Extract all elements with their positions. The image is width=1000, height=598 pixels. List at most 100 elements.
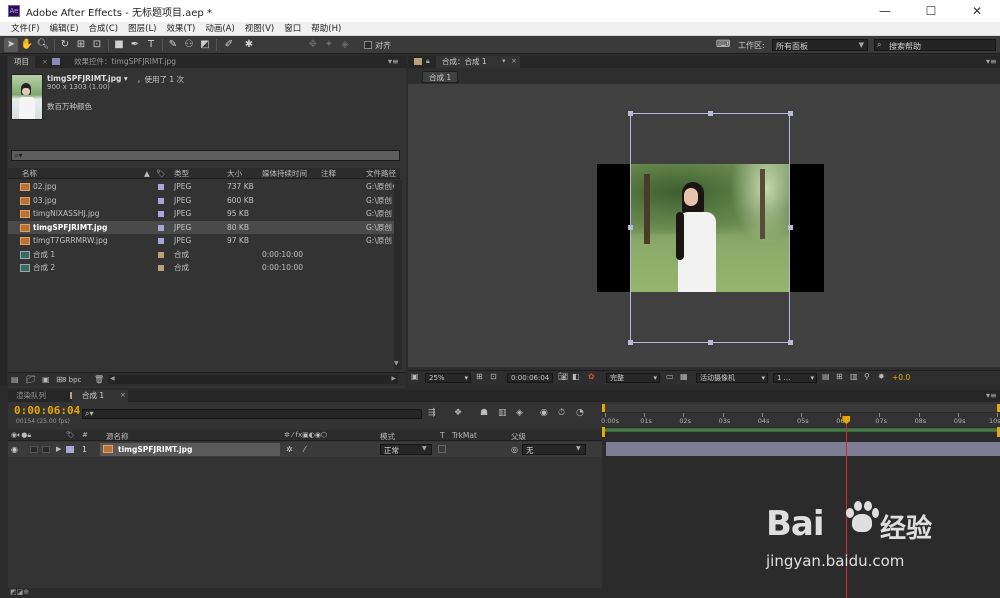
comp-viewer[interactable] bbox=[408, 84, 1000, 367]
flowchart-icon[interactable]: ⚲ bbox=[864, 372, 870, 381]
transform-handle[interactable] bbox=[628, 340, 633, 345]
quality-switch-icon[interactable]: ⁄ bbox=[304, 445, 305, 454]
layer-row[interactable]: ◉ ▶ 1 timgSPFJRIMT.jpg ✲ ⁄ 正常 ▼ ◎ 无 ▼ bbox=[8, 442, 602, 457]
workspace-select[interactable]: 所有面板 ▼ bbox=[772, 39, 868, 51]
menu-item[interactable]: 帮助(H) bbox=[306, 22, 346, 36]
keyboard-shortcut-icon[interactable]: ⌨ bbox=[716, 38, 730, 52]
panel-menu-icon[interactable]: ▾≡ bbox=[388, 57, 399, 66]
always-preview-icon[interactable]: ▣ bbox=[411, 372, 419, 381]
views-select[interactable]: 1 ... ▾ bbox=[773, 373, 817, 383]
label-color-swatch[interactable] bbox=[158, 184, 164, 190]
menu-item[interactable]: 合成(C) bbox=[84, 22, 124, 36]
transparency-grid-icon[interactable]: ▦ bbox=[680, 372, 688, 381]
tab-render-queue[interactable]: 渲染队列 bbox=[10, 390, 52, 402]
work-area-start-handle[interactable] bbox=[602, 427, 605, 437]
col-parent[interactable]: 父级 bbox=[511, 431, 526, 442]
type-tool-icon[interactable]: T bbox=[144, 38, 158, 52]
project-item-row[interactable]: timgNIXASSHJ.jpg JPEG 95 KB G:\原创 bbox=[8, 207, 400, 221]
comp-timecode[interactable]: 0:00:06:04 bbox=[507, 373, 553, 383]
label-color-swatch[interactable] bbox=[158, 211, 164, 217]
navigator-start-handle[interactable] bbox=[602, 404, 605, 412]
interpret-footage-icon[interactable]: ▤ bbox=[11, 375, 19, 384]
expand-triangle-icon[interactable]: ▶ bbox=[56, 445, 61, 453]
draft-3d-icon[interactable]: ❖ bbox=[454, 408, 462, 418]
scroll-left-icon[interactable]: ◀ bbox=[110, 375, 115, 382]
graph-editor-icon[interactable]: ◉ bbox=[540, 408, 548, 418]
eraser-tool-icon[interactable]: ◩ bbox=[198, 38, 212, 52]
switches-icon[interactable]: ✲ ⁄ fx▣◐◉⬡ bbox=[284, 431, 327, 439]
transform-handle[interactable] bbox=[708, 340, 713, 345]
new-composition-icon[interactable]: ▣ bbox=[42, 375, 50, 384]
transform-handle[interactable] bbox=[708, 111, 713, 116]
col-mode[interactable]: 模式 bbox=[380, 431, 395, 442]
bit-depth[interactable]: 8 bpc bbox=[62, 376, 81, 384]
pen-tool-icon[interactable]: ✒ bbox=[128, 38, 142, 52]
col-layer-number[interactable]: # bbox=[82, 431, 88, 439]
col-size[interactable]: 大小 bbox=[227, 168, 242, 179]
grid-icon[interactable]: ⊡ bbox=[490, 372, 497, 381]
project-item-row[interactable]: timgSPFJRIMT.jpg JPEG 80 KB G:\原创 bbox=[8, 220, 400, 234]
menu-item[interactable]: 图层(L) bbox=[123, 22, 161, 36]
col-path[interactable]: 文件路径 bbox=[366, 168, 396, 179]
zoom-tool-icon[interactable]: 🔍︎ bbox=[36, 38, 50, 52]
sort-arrow-icon[interactable]: ▲ bbox=[144, 168, 150, 179]
close-icon[interactable]: × bbox=[120, 391, 126, 399]
rotate-tool-icon[interactable]: ↻ bbox=[58, 38, 72, 52]
transform-handle[interactable] bbox=[788, 111, 793, 116]
scroll-down-icon[interactable]: ▼ bbox=[394, 360, 399, 367]
snap-checkbox[interactable] bbox=[364, 41, 372, 49]
label-color-swatch[interactable] bbox=[158, 197, 164, 204]
toggle-pixel-aspect-icon[interactable]: ▤ bbox=[822, 372, 830, 381]
transform-handle[interactable] bbox=[788, 340, 793, 345]
tab-effect-controls[interactable]: 效果控件：timgSPFJRIMT.jpg bbox=[68, 56, 182, 68]
timeline-search-input[interactable]: ⌕▾ bbox=[82, 409, 422, 419]
comp-breadcrumb[interactable]: 合成 1 bbox=[422, 71, 459, 83]
project-vscrollbar[interactable]: ▼ bbox=[394, 180, 402, 370]
label-column-icon[interactable]: 🏷︎ bbox=[66, 431, 75, 439]
exposure-reset-icon[interactable]: ✸ bbox=[878, 372, 885, 381]
scroll-right-icon[interactable]: ▶ bbox=[391, 375, 396, 382]
menu-item[interactable]: 效果(T) bbox=[162, 22, 201, 36]
solo-toggle[interactable] bbox=[30, 446, 38, 453]
transform-handle[interactable] bbox=[628, 111, 633, 116]
asset-name[interactable]: timgSPFJRIMT.jpg ▾ bbox=[47, 74, 128, 83]
menu-item[interactable]: 视图(V) bbox=[240, 22, 279, 36]
safe-margins-icon[interactable]: ⊞ bbox=[476, 372, 483, 381]
label-color-swatch[interactable] bbox=[158, 224, 164, 231]
project-hscrollbar[interactable]: ◀ ▶ bbox=[108, 375, 398, 384]
project-search-input[interactable]: ⌕▾ bbox=[11, 150, 400, 161]
transform-handle[interactable] bbox=[628, 225, 633, 230]
col-type[interactable]: 类型 bbox=[174, 168, 189, 179]
transform-handle[interactable] bbox=[788, 225, 793, 230]
menu-item[interactable]: 编辑(E) bbox=[45, 22, 84, 36]
project-item-row[interactable]: 02.jpgJPEG737 KBG:\原创⚙ bbox=[8, 180, 400, 194]
exposure-value[interactable]: +0.0 bbox=[892, 373, 910, 382]
work-area-track[interactable] bbox=[602, 428, 1000, 432]
time-navigator[interactable] bbox=[602, 404, 1000, 412]
preserve-transparency-checkbox[interactable] bbox=[438, 445, 446, 453]
minimize-button[interactable]: — bbox=[862, 0, 908, 22]
menu-item[interactable]: 动画(A) bbox=[200, 22, 239, 36]
tab-project[interactable]: 项目 bbox=[8, 56, 35, 68]
close-icon[interactable]: × bbox=[42, 58, 48, 66]
project-item-row[interactable]: 03.jpg JPEG 600 KB G:\原创 bbox=[8, 194, 400, 208]
menu-item[interactable]: 窗口 bbox=[279, 22, 306, 36]
region-of-interest-icon[interactable]: ▭ bbox=[666, 372, 674, 381]
tab-composition[interactable]: 合成：合成 1 bbox=[436, 56, 520, 68]
panel-menu-icon[interactable]: ▾≡ bbox=[986, 391, 997, 400]
axis-mode-icon[interactable]: ✥ bbox=[306, 38, 320, 52]
eye-column-icon[interactable]: ◉🔈︎●🔒︎ bbox=[11, 431, 31, 440]
hand-tool-icon[interactable]: ✋ bbox=[20, 38, 34, 52]
camera-tool-icon[interactable]: ⊞ bbox=[74, 38, 88, 52]
toggle-switches-icon[interactable]: ◩◪⊕ bbox=[10, 588, 29, 596]
shy-layers-icon[interactable]: ☗ bbox=[480, 408, 488, 418]
timeline-icon[interactable]: ▥ bbox=[850, 372, 858, 381]
layer-bounding-box[interactable] bbox=[630, 113, 790, 343]
pan-behind-tool-icon[interactable]: ⊡ bbox=[90, 38, 104, 52]
playhead-handle-icon[interactable] bbox=[842, 416, 851, 424]
fast-preview-icon[interactable]: ⊞ bbox=[836, 372, 843, 381]
view-axis-icon[interactable]: ◈ bbox=[338, 38, 352, 52]
pickwhip-icon[interactable]: ◎ bbox=[511, 445, 518, 454]
puppet-tool-icon[interactable]: ✱ bbox=[242, 38, 256, 52]
trash-icon[interactable]: 🗑︎ bbox=[94, 375, 104, 384]
